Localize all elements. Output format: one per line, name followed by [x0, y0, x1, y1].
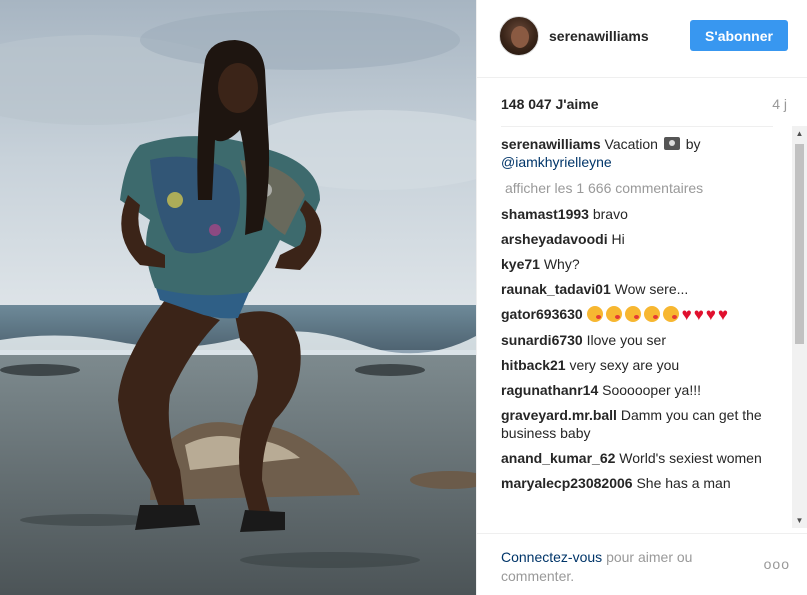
- caption-text: Vacation: [604, 136, 658, 152]
- comment-item: raunak_tadavi01 Wow sere...: [501, 280, 773, 298]
- kiss-face-emoji-icon: [643, 306, 660, 322]
- follow-button[interactable]: S'abonner: [690, 20, 788, 51]
- kiss-face-emoji-icon: [662, 306, 679, 322]
- comment-item: hitback21 very sexy are you: [501, 356, 773, 374]
- comment-username[interactable]: graveyard.mr.ball: [501, 407, 617, 423]
- comment-username[interactable]: anand_kumar_62: [501, 450, 615, 466]
- more-options-icon[interactable]: ooo: [764, 556, 790, 572]
- username-link[interactable]: serenawilliams: [549, 28, 649, 44]
- comment-username[interactable]: ragunathanr14: [501, 382, 598, 398]
- kiss-face-emoji-icon: [605, 306, 622, 322]
- kiss-face-emoji-icon: [586, 306, 603, 322]
- comment-text: Ilove you ser: [586, 332, 666, 348]
- comment-item: gator693630 ♥ ♥ ♥ ♥: [501, 305, 773, 324]
- comment-text: She has a man: [636, 475, 731, 491]
- comment-item: arsheyadavoodi Hi: [501, 230, 773, 248]
- post-side-panel: serenawilliams S'abonner 148 047 J'aime …: [476, 0, 807, 595]
- post-photo[interactable]: [0, 0, 476, 595]
- comment-text: Soooooper ya!!!: [602, 382, 701, 398]
- comment-text: World's sexiest women: [619, 450, 762, 466]
- comment-username[interactable]: gator693630: [501, 306, 583, 322]
- comment-item: shamast1993 bravo: [501, 205, 773, 223]
- caption-text-after: by: [685, 136, 701, 152]
- post-caption: serenawilliams Vacation by @iamkhyrielle…: [501, 135, 773, 171]
- comment-item: kye71 Why?: [501, 255, 773, 273]
- comment-username[interactable]: sunardi6730: [501, 332, 583, 348]
- comment-username[interactable]: shamast1993: [501, 206, 589, 222]
- login-prompt: Connectez-vous pour aimer ou commenter.: [501, 548, 731, 586]
- caption-username[interactable]: serenawilliams: [501, 136, 601, 152]
- caption-mention-link[interactable]: @iamkhyrielleyne: [501, 154, 612, 170]
- comment-username[interactable]: hitback21: [501, 357, 566, 373]
- comment-item: ragunathanr14 Soooooper ya!!!: [501, 381, 773, 399]
- comment-username[interactable]: raunak_tadavi01: [501, 281, 611, 297]
- post-header: serenawilliams S'abonner: [477, 0, 807, 78]
- comment-text: very sexy are you: [569, 357, 680, 373]
- heart-emoji-icon: ♥: [681, 305, 692, 324]
- load-more-comments-button[interactable]: afficher les 1 666 commentaires: [505, 179, 773, 197]
- camera-emoji-icon: [663, 137, 680, 150]
- beach-photo-illustration: [0, 0, 476, 595]
- comment-text: bravo: [592, 206, 628, 222]
- comment-username[interactable]: maryalecp23082006: [501, 475, 633, 491]
- comment-text: Why?: [543, 256, 580, 272]
- comment-item: maryalecp23082006 She has a man: [501, 474, 773, 492]
- comments-list[interactable]: serenawilliams Vacation by @iamkhyrielle…: [501, 126, 773, 526]
- comment-text: Hi: [611, 231, 625, 247]
- heart-emoji-icon: ♥: [705, 305, 716, 324]
- comment-username[interactable]: kye71: [501, 256, 540, 272]
- post-meta: 148 047 J'aime 4 j: [501, 96, 787, 116]
- login-link[interactable]: Connectez-vous: [501, 549, 602, 565]
- comment-item: graveyard.mr.ball Damm you can get the b…: [501, 406, 773, 442]
- likes-count[interactable]: 148 047 J'aime: [501, 96, 599, 112]
- comment-text: Wow sere...: [614, 281, 689, 297]
- scroll-up-arrow-icon[interactable]: ▲: [792, 126, 807, 141]
- post-footer: Connectez-vous pour aimer ou commenter. …: [477, 533, 807, 595]
- scroll-down-arrow-icon[interactable]: ▼: [792, 513, 807, 528]
- kiss-face-emoji-icon: [624, 306, 641, 322]
- comment-item: anand_kumar_62 World's sexiest women: [501, 449, 773, 467]
- heart-emoji-icon: ♥: [717, 305, 728, 324]
- instagram-post: serenawilliams S'abonner 148 047 J'aime …: [0, 0, 807, 595]
- comments-scrollbar[interactable]: ▲ ▼: [792, 126, 807, 528]
- heart-emoji-icon: ♥: [693, 305, 704, 324]
- post-time[interactable]: 4 j: [772, 96, 787, 112]
- comment-item: sunardi6730 Ilove you ser: [501, 331, 773, 349]
- avatar[interactable]: [499, 16, 539, 56]
- comment-username[interactable]: arsheyadavoodi: [501, 231, 608, 247]
- scroll-thumb[interactable]: [795, 144, 804, 344]
